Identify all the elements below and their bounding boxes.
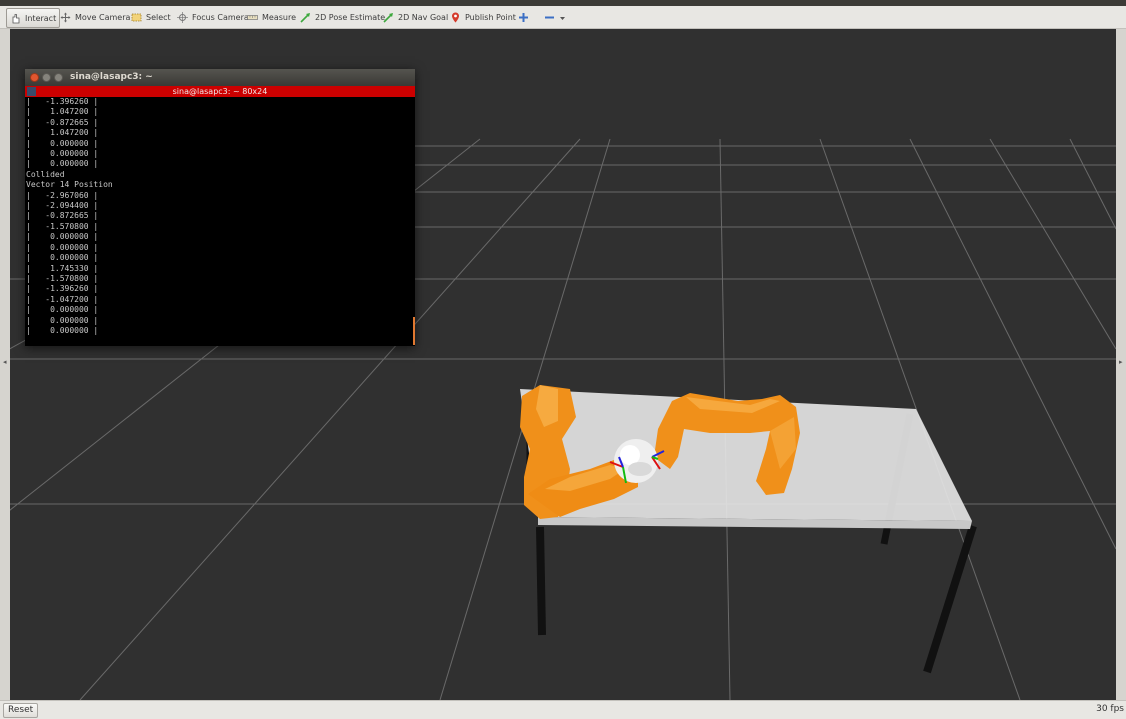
tools-toolbar: Interact Move Camera Select Focus Camera… bbox=[0, 6, 1126, 29]
terminal-window-title: sina@lasapc3: ~ bbox=[70, 72, 153, 82]
terminal-tab-title: sina@lasapc3: ~ 80x24 bbox=[172, 87, 268, 96]
interact-tool-label: Interact bbox=[25, 13, 57, 23]
terminal-line: | 0.000000 | bbox=[26, 232, 99, 242]
terminal-line: | 0.000000 | bbox=[26, 149, 99, 159]
terminal-line: | 0.000000 | bbox=[26, 325, 99, 335]
terminal-line: | -1.047200 | bbox=[26, 294, 99, 304]
terminal-line: | 1.047200 | bbox=[26, 128, 99, 138]
terminal-scrollbar[interactable] bbox=[413, 317, 415, 345]
terminal-line: | 0.000000 | bbox=[26, 159, 99, 169]
move-camera-icon bbox=[60, 12, 71, 23]
terminal-line: | 1.047200 | bbox=[26, 107, 99, 117]
pose-arrow-icon bbox=[300, 12, 311, 23]
reset-button[interactable]: Reset bbox=[3, 703, 39, 718]
measure-tool-button[interactable]: Measure bbox=[247, 8, 296, 26]
move-camera-tool-button[interactable]: Move Camera bbox=[60, 8, 130, 26]
terminal-line: Collided bbox=[26, 169, 65, 179]
publish-point-tool-button[interactable]: Publish Point bbox=[450, 8, 516, 26]
terminal-line: | -0.872665 | bbox=[26, 117, 99, 127]
2d-nav-goal-tool-button[interactable]: 2D Nav Goal bbox=[383, 8, 448, 26]
right-panel-collapse-arrow[interactable]: ▸ bbox=[1119, 358, 1123, 366]
2d-pose-estimate-tool-button[interactable]: 2D Pose Estimate bbox=[300, 8, 385, 26]
left-panel-collapse-arrow[interactable]: ◂ bbox=[3, 358, 7, 366]
move-camera-tool-label: Move Camera bbox=[75, 12, 131, 22]
nav-goal-arrow-icon bbox=[383, 12, 394, 23]
terminal-line: | -2.967060 | bbox=[26, 190, 99, 200]
fps-counter: 30 fps bbox=[1096, 704, 1124, 714]
status-bar: Reset 30 fps bbox=[0, 700, 1126, 719]
terminal-line: | 0.000000 | bbox=[26, 138, 99, 148]
terminal-line: | -1.570800 | bbox=[26, 273, 99, 283]
terminal-line: Vector 14 Position bbox=[26, 180, 113, 190]
terminal-window[interactable]: sina@lasapc3: ~ sina@lasapc3: ~ 80x24 | … bbox=[25, 69, 415, 346]
measure-tool-label: Measure bbox=[262, 12, 296, 22]
focus-camera-tool-button[interactable]: Focus Camera bbox=[177, 8, 249, 26]
remove-tool-dropdown[interactable] bbox=[544, 8, 566, 26]
minus-icon bbox=[544, 12, 555, 23]
map-pin-icon bbox=[450, 12, 461, 23]
terminal-line: | 0.000000 | bbox=[26, 253, 99, 263]
measure-icon bbox=[247, 12, 258, 23]
terminal-titlebar[interactable]: sina@lasapc3: ~ bbox=[25, 69, 415, 86]
window-minimize-icon[interactable] bbox=[42, 73, 51, 82]
add-tool-button[interactable] bbox=[518, 8, 529, 26]
interact-icon bbox=[10, 13, 21, 24]
interact-tool-button[interactable]: Interact bbox=[6, 8, 61, 28]
terminal-line: | -0.872665 | bbox=[26, 211, 99, 221]
terminal-line: | 0.000000 | bbox=[26, 315, 99, 325]
terminal-line: | -1.396260 | bbox=[26, 284, 99, 294]
select-tool-button[interactable]: Select bbox=[131, 8, 171, 26]
terminal-line: | 0.000000 | bbox=[26, 305, 99, 315]
terminal-tab[interactable]: sina@lasapc3: ~ 80x24 bbox=[25, 86, 415, 97]
2d-nav-goal-tool-label: 2D Nav Goal bbox=[398, 12, 449, 22]
focus-camera-tool-label: Focus Camera bbox=[192, 12, 249, 22]
terminal-line: | 0.000000 | bbox=[26, 242, 99, 252]
select-icon bbox=[131, 12, 142, 23]
window-close-icon[interactable] bbox=[30, 73, 39, 82]
terminal-output[interactable]: | -1.396260 | | 1.047200 | | -0.872665 | | … bbox=[26, 97, 413, 346]
terminal-line: | -1.396260 | bbox=[26, 97, 99, 106]
publish-point-tool-label: Publish Point bbox=[465, 12, 516, 22]
2d-pose-estimate-tool-label: 2D Pose Estimate bbox=[315, 12, 386, 22]
terminal-line: | -1.570800 | bbox=[26, 221, 99, 231]
chevron-down-icon bbox=[559, 12, 566, 23]
window-maximize-icon[interactable] bbox=[54, 73, 63, 82]
terminal-line: | -2.094400 | bbox=[26, 201, 99, 211]
select-tool-label: Select bbox=[146, 12, 171, 22]
plus-icon bbox=[518, 12, 529, 23]
focus-camera-icon bbox=[177, 11, 188, 23]
terminal-line: | 1.745330 | bbox=[26, 263, 99, 273]
